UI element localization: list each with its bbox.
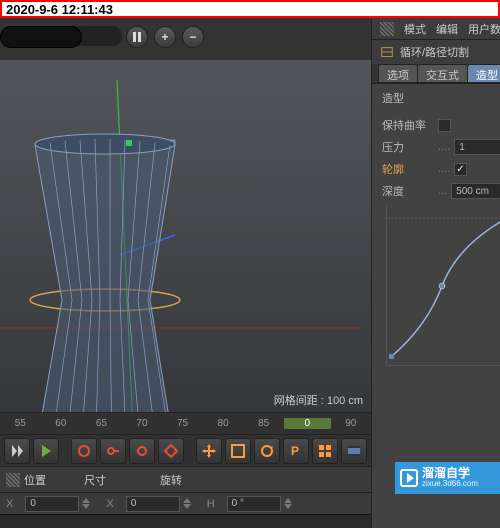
depth-label: 深度 [382, 183, 438, 199]
svg-text:P: P [291, 444, 299, 458]
timestamp-bar: 2020-9-6 12:11:43 [0, 0, 500, 18]
pos-column-label: 位置 [24, 472, 46, 488]
frame-tick: 70 [122, 418, 163, 429]
watermark: 溜溜自学 zixue.3d66.com [395, 462, 500, 494]
h-label: H [207, 498, 215, 510]
film-button[interactable] [341, 438, 367, 464]
watermark-url: zixue.3d66.com [422, 480, 478, 489]
inspector-title: 循环/路径切割 [400, 44, 469, 60]
bottom-strip [0, 514, 371, 528]
viewport-top-controls: + − [0, 18, 371, 60]
keyframe-diamond-button[interactable] [158, 438, 184, 464]
grid-spacing-label: 网格间距 : 100 cm [274, 392, 363, 408]
contour-checkbox[interactable] [454, 163, 467, 176]
x-size-stepper[interactable] [183, 498, 191, 509]
coord-row: 位置 尺寸 旋转 [0, 466, 371, 492]
play-start-button[interactable] [4, 438, 30, 464]
menu-user[interactable]: 用户数 [468, 21, 500, 37]
bottom-toolbar: P [0, 434, 371, 466]
frame-tick: 85 [243, 418, 284, 429]
record-circle-button[interactable] [71, 438, 97, 464]
viewport-slider[interactable] [0, 26, 122, 46]
frame-tick: 80 [203, 418, 244, 429]
autokey-button[interactable] [129, 438, 155, 464]
inspector-menu: 模式 编辑 用户数 [372, 18, 500, 40]
pressure-input[interactable]: 1 [454, 139, 500, 155]
scale-tool-button[interactable] [225, 438, 251, 464]
frame-tick: 75 [162, 418, 203, 429]
timeline[interactable]: 55 60 65 70 75 80 85 0 90 [0, 412, 371, 434]
curve-graph[interactable] [386, 206, 500, 366]
tab-shape[interactable]: 造型 [467, 64, 500, 83]
inspector-panel: 模式 编辑 用户数 循环/路径切割 选项 交互式 造型 造型 保持曲率 压力..… [372, 18, 500, 528]
rot-column-label: 旋转 [160, 472, 182, 488]
x-pos-stepper[interactable] [82, 498, 90, 509]
watermark-play-icon [400, 469, 418, 487]
viewport-3d[interactable]: 网格间距 : 100 cm [0, 60, 371, 412]
prop-contour: 轮廓.... [382, 158, 500, 180]
prop-keep-curvature: 保持曲率 [382, 114, 500, 136]
viewport-column: + − [0, 18, 372, 528]
keep-curv-checkbox[interactable] [438, 119, 451, 132]
zoom-out-button[interactable]: − [182, 26, 204, 48]
menu-edit[interactable]: 编辑 [436, 21, 458, 37]
pause-button[interactable] [126, 26, 148, 48]
prop-pressure: 压力.... 1 [382, 136, 500, 158]
frame-current: 0 [284, 418, 331, 429]
frame-tick: 55 [0, 418, 41, 429]
x-label: X [6, 498, 13, 510]
grid-button[interactable] [312, 438, 338, 464]
depth-input[interactable]: 500 cm [451, 183, 500, 199]
hatch-icon [6, 473, 20, 487]
inspector-title-row: 循环/路径切割 [372, 40, 500, 64]
section-shape: 造型 保持曲率 压力.... 1 轮廓.... 深度... 500 cm [372, 84, 500, 368]
frame-tick: 60 [41, 418, 82, 429]
section-title: 造型 [382, 90, 500, 106]
h-rot-input[interactable]: 0 ° [227, 496, 281, 512]
tab-interactive[interactable]: 交互式 [417, 64, 468, 83]
move-tool-button[interactable] [196, 438, 222, 464]
rotate-tool-button[interactable] [254, 438, 280, 464]
frame-tick: 65 [81, 418, 122, 429]
frame-tick: 90 [331, 418, 372, 429]
x-size-input[interactable]: 0 [126, 496, 180, 512]
x-size-label: X [106, 498, 113, 510]
hatch-icon [380, 22, 394, 36]
tab-options[interactable]: 选项 [378, 64, 418, 83]
pressure-label: 压力 [382, 139, 438, 155]
point-tool-button[interactable]: P [283, 438, 309, 464]
key-button[interactable] [100, 438, 126, 464]
size-column-label: 尺寸 [84, 472, 106, 488]
x-pos-input[interactable]: 0 [25, 496, 79, 512]
prop-depth: 深度... 500 cm [382, 180, 500, 202]
inspector-tabs: 选项 交互式 造型 [372, 64, 500, 84]
loop-cut-icon [380, 45, 394, 59]
contour-label: 轮廓 [382, 161, 438, 177]
h-rot-stepper[interactable] [284, 498, 292, 509]
play-button[interactable] [33, 438, 59, 464]
menu-mode[interactable]: 模式 [404, 21, 426, 37]
zoom-in-button[interactable]: + [154, 26, 176, 48]
coord-values-row: X 0 X 0 H 0 ° [0, 492, 371, 514]
keep-curv-label: 保持曲率 [382, 117, 438, 133]
